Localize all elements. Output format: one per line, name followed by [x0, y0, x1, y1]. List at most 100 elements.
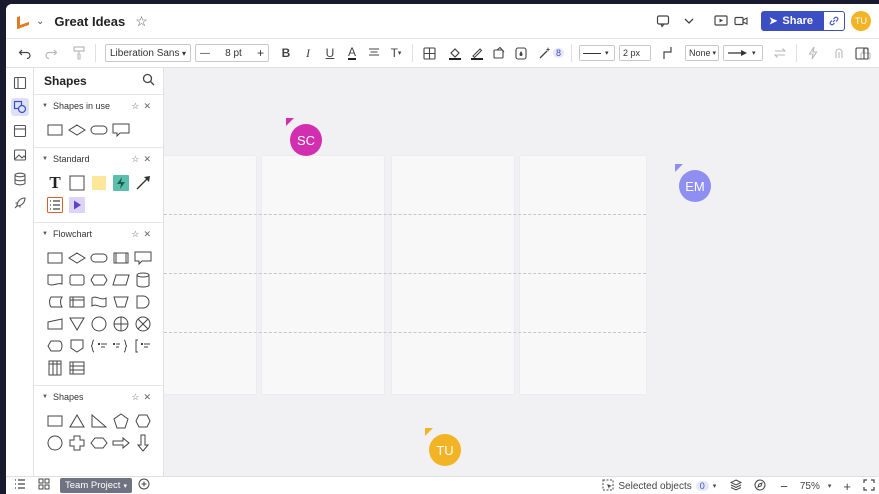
user-avatar[interactable]: TU	[851, 11, 871, 31]
flow-annotation-brace-right[interactable]	[110, 335, 132, 357]
swap-endpoints-icon[interactable]	[771, 43, 789, 63]
flow-document[interactable]	[44, 269, 66, 291]
action-icon[interactable]	[804, 43, 822, 63]
shape-callout[interactable]	[110, 119, 132, 141]
basic-pentagon[interactable]	[110, 410, 132, 432]
image-icon[interactable]	[11, 146, 29, 164]
flow-or[interactable]	[110, 313, 132, 335]
flow-manual-input[interactable]	[44, 313, 66, 335]
flow-swimlane-vertical[interactable]	[44, 357, 66, 379]
swimlane-column-3[interactable]	[392, 156, 514, 394]
diagram-canvas[interactable]: SC EM TU	[164, 68, 879, 476]
flow-rounded[interactable]	[66, 269, 88, 291]
star-icon[interactable]: ☆	[135, 13, 148, 30]
basic-rectangle[interactable]	[44, 410, 66, 432]
flow-merge[interactable]	[66, 313, 88, 335]
basic-octagon[interactable]	[88, 432, 110, 454]
close-icon[interactable]: ✕	[143, 229, 155, 239]
collapse-arrow-icon[interactable]: ▼	[42, 231, 48, 237]
basic-hexagon[interactable]	[132, 410, 154, 432]
line-width-select[interactable]: 2 px	[619, 45, 652, 61]
insert-table-icon[interactable]	[420, 43, 438, 63]
pages-icon[interactable]	[11, 74, 29, 92]
fill-color-icon[interactable]	[446, 43, 464, 63]
endpoint-end-select[interactable]: ▾	[723, 45, 764, 61]
basic-arrow-down[interactable]	[132, 432, 154, 454]
align-icon[interactable]	[365, 43, 383, 63]
opacity-icon[interactable]	[512, 43, 530, 63]
page-tab-team-project[interactable]: Team Project ▾	[60, 478, 132, 493]
add-page-icon[interactable]	[138, 478, 150, 493]
star-icon[interactable]: ☆	[131, 101, 143, 111]
comment-icon[interactable]	[655, 13, 671, 29]
shape-line[interactable]	[132, 172, 154, 194]
undo-icon[interactable]	[16, 43, 34, 63]
connector-style-icon[interactable]	[659, 43, 677, 63]
flow-comment[interactable]	[132, 247, 154, 269]
flow-delay[interactable]	[132, 291, 154, 313]
collapse-arrow-icon[interactable]: ▼	[42, 394, 48, 400]
format-painter-icon[interactable]	[70, 43, 88, 63]
star-icon[interactable]: ☆	[131, 229, 143, 239]
basic-arrow-right[interactable]	[110, 432, 132, 454]
flow-summing-junction[interactable]	[132, 313, 154, 335]
chevron-down-icon[interactable]: ▾	[828, 482, 832, 490]
magic-icon[interactable]: 8	[538, 43, 565, 63]
section-header[interactable]: ▼ Flowchart ☆✕	[34, 223, 163, 245]
chevron-down-icon[interactable]	[681, 13, 697, 29]
zoom-in-button[interactable]: +	[843, 479, 851, 494]
star-icon[interactable]: ☆	[131, 392, 143, 402]
fullscreen-icon[interactable]	[863, 478, 875, 494]
templates-icon[interactable]	[11, 122, 29, 140]
collapse-arrow-icon[interactable]: ▼	[42, 103, 48, 109]
plus-icon[interactable]: +	[257, 46, 264, 60]
shape-block[interactable]	[66, 172, 88, 194]
video-call-icon[interactable]	[733, 13, 749, 29]
flow-internal-storage[interactable]	[66, 291, 88, 313]
shapes-icon[interactable]	[10, 98, 29, 116]
underline-button[interactable]: U	[321, 43, 339, 63]
flow-offpage[interactable]	[66, 335, 88, 357]
layers-icon[interactable]	[730, 478, 743, 494]
basic-right-triangle[interactable]	[88, 410, 110, 432]
flow-manual-op[interactable]	[110, 291, 132, 313]
text-color-button[interactable]: A	[343, 43, 361, 63]
share-button[interactable]: ➤ Share	[761, 11, 823, 31]
flow-process[interactable]	[44, 247, 66, 269]
zoom-out-button[interactable]: −	[780, 479, 788, 494]
endpoint-start-select[interactable]: None ▾	[685, 45, 720, 61]
star-icon[interactable]: ☆	[131, 154, 143, 164]
shape-hotspot[interactable]	[110, 172, 132, 194]
chevron-down-icon[interactable]: ⌄	[36, 16, 44, 27]
shape-diamond[interactable]	[66, 119, 88, 141]
flow-connector[interactable]	[88, 313, 110, 335]
shape-sticky-note[interactable]	[88, 172, 110, 194]
lucid-logo-icon[interactable]	[16, 12, 30, 30]
flow-terminator[interactable]	[88, 247, 110, 269]
shape-action-button[interactable]	[66, 194, 88, 216]
basic-cross[interactable]	[66, 432, 88, 454]
layer-lock-icon[interactable]	[830, 43, 848, 63]
close-icon[interactable]: ✕	[143, 392, 155, 402]
document-title[interactable]: Great Ideas	[54, 14, 125, 29]
data-icon[interactable]	[11, 170, 29, 188]
present-icon[interactable]	[713, 13, 729, 29]
font-size-value[interactable]: 8 pt	[225, 48, 242, 59]
flow-swimlane-horizontal[interactable]	[66, 357, 88, 379]
panel-toggle-icon[interactable]	[853, 43, 871, 63]
font-size-stepper[interactable]: — 8 pt +	[195, 44, 269, 62]
section-header[interactable]: ▼ Shapes ☆✕	[34, 386, 163, 408]
text-options-button[interactable]: T ▾	[387, 43, 405, 63]
line-color-icon[interactable]	[468, 43, 486, 63]
line-style-select[interactable]: ▾	[579, 45, 616, 61]
close-icon[interactable]: ✕	[143, 154, 155, 164]
flow-annotation-brace[interactable]	[88, 335, 110, 357]
shape-rectangle[interactable]	[44, 119, 66, 141]
basic-triangle[interactable]	[66, 410, 88, 432]
flow-annotation-bracket[interactable]	[132, 335, 154, 357]
flow-decision[interactable]	[66, 247, 88, 269]
flow-preparation[interactable]	[88, 269, 110, 291]
shape-terminator[interactable]	[88, 119, 110, 141]
compass-icon[interactable]	[754, 479, 766, 494]
list-view-icon[interactable]	[14, 479, 26, 492]
